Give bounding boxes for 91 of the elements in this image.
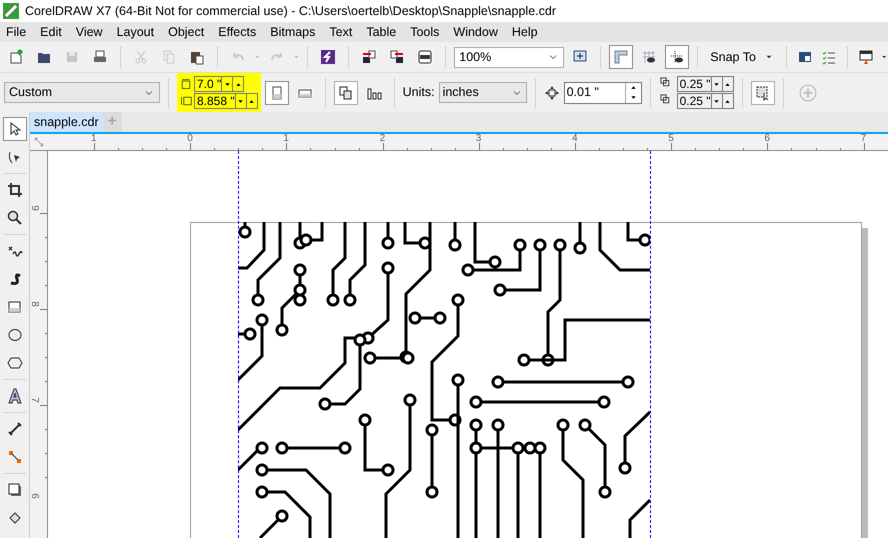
shape-tool-icon — [6, 149, 22, 165]
caret-up-icon — [234, 80, 242, 88]
page-width-field[interactable]: 7.0 " — [194, 76, 244, 92]
units-label: Units: — [402, 84, 435, 102]
units-dropdown[interactable]: inches — [438, 82, 527, 103]
duplicate-y-field[interactable]: 0.25 " — [676, 93, 734, 109]
ruler-label: 7 — [30, 397, 39, 403]
printer-icon — [92, 49, 108, 65]
document-tab[interactable]: snapple.cdr — [30, 112, 103, 132]
dimension-icon — [6, 421, 22, 437]
grid-icon — [641, 49, 658, 65]
ruler-origin-icon — [33, 136, 45, 148]
page-height-icon — [180, 95, 192, 107]
caret-up-icon — [248, 98, 256, 104]
clipboard-icon — [189, 49, 205, 65]
menu-item[interactable]: Table — [366, 22, 396, 42]
crop-icon — [6, 182, 22, 198]
menu-item[interactable]: Layout — [116, 22, 154, 42]
caret-down-icon — [224, 80, 231, 88]
ellipse-icon — [6, 327, 22, 343]
menu-item[interactable]: Text — [329, 22, 352, 42]
scissors-icon — [133, 49, 149, 65]
menu-item[interactable]: Window — [453, 22, 498, 42]
menu-item[interactable]: Effects — [218, 22, 256, 42]
hexagon-icon — [6, 355, 22, 371]
pointer-button[interactable] — [2, 117, 26, 141]
ruler-label: 3 — [476, 134, 482, 144]
caret-icon — [254, 53, 261, 61]
caret-up-icon — [630, 84, 637, 91]
ruler-label: 4 — [572, 134, 578, 144]
drop-shadow-icon — [6, 482, 22, 498]
ruler-label: 7 — [860, 134, 866, 144]
menu-item[interactable]: Object — [168, 22, 204, 42]
magnifier-icon — [6, 210, 22, 226]
snap-to-dropdown[interactable]: Snap To — [706, 45, 778, 69]
nudge-icon — [544, 84, 560, 100]
ruler-label: 6 — [30, 493, 39, 499]
connector-icon — [6, 449, 22, 465]
spin-up-button[interactable] — [232, 77, 244, 91]
treat-as-filled-button[interactable] — [750, 80, 775, 104]
guidelines-icon — [669, 49, 686, 65]
letter-a-icon — [6, 388, 22, 404]
app-logo-icon — [3, 3, 19, 19]
ruler-label: 8 — [30, 301, 39, 307]
rulers-button[interactable] — [609, 45, 634, 69]
fill-bucket-icon — [6, 510, 22, 526]
caret-up-icon — [724, 98, 732, 104]
menu-item[interactable]: View — [76, 22, 103, 42]
launcher-icon — [320, 49, 336, 65]
zoom-level-dropdown[interactable]: 100% — [454, 46, 564, 68]
screen-flame-icon — [858, 49, 874, 65]
ruler-label: 2 — [380, 134, 386, 144]
page-height-field[interactable]: 8.858 " — [194, 93, 258, 109]
caret-down-icon — [713, 98, 720, 104]
menu-item[interactable]: File — [6, 22, 26, 42]
caret-down-icon — [630, 94, 637, 101]
caret-up-icon — [724, 80, 732, 88]
caret-down-icon — [237, 98, 244, 104]
ruler-label: 1 — [91, 134, 97, 144]
copy-icon — [161, 49, 177, 65]
ruler-label: 9 — [30, 205, 39, 211]
stacked-pages-icon — [338, 84, 354, 100]
menu-item[interactable]: Edit — [40, 22, 62, 42]
caret-icon — [292, 53, 300, 61]
caret-down-icon — [713, 80, 720, 88]
all-pages-button[interactable] — [334, 80, 358, 104]
spin-down-button[interactable] — [221, 77, 232, 91]
ruler-label: 5 — [668, 134, 674, 144]
guidelines-button[interactable] — [665, 45, 690, 69]
window-title: CorelDRAW X7 (64-Bit Not for commercial use) - C:\Users\oertelb\Desktop\Snapple\snapple.cdr — [25, 2, 556, 20]
export-icon — [389, 49, 406, 65]
nudge-distance-field[interactable]: 0.01 " — [564, 82, 642, 104]
page-size-dropdown[interactable]: Custom — [4, 82, 160, 103]
portrait-page-button[interactable] — [264, 80, 289, 104]
floppy-icon — [64, 49, 80, 65]
new-document-icon — [8, 49, 24, 65]
rectangle-icon — [6, 299, 22, 315]
plus-circle-icon — [798, 84, 817, 102]
window-icon — [796, 49, 813, 65]
rulers-icon — [613, 49, 630, 65]
menu-item[interactable]: Tools — [410, 22, 440, 42]
checklist-icon — [820, 49, 837, 65]
ruler-label: 6 — [764, 134, 770, 144]
menu-item[interactable]: Bitmaps — [270, 22, 316, 42]
selection-cursor-icon — [754, 84, 771, 100]
import-icon — [361, 49, 378, 65]
duplicate-x-field[interactable]: 0.25 " — [676, 76, 734, 92]
ruler-label: 0 — [187, 134, 193, 144]
page-width-icon — [180, 78, 192, 90]
menu-item[interactable]: Help — [512, 22, 538, 42]
ruler-label: 1 — [283, 134, 289, 144]
